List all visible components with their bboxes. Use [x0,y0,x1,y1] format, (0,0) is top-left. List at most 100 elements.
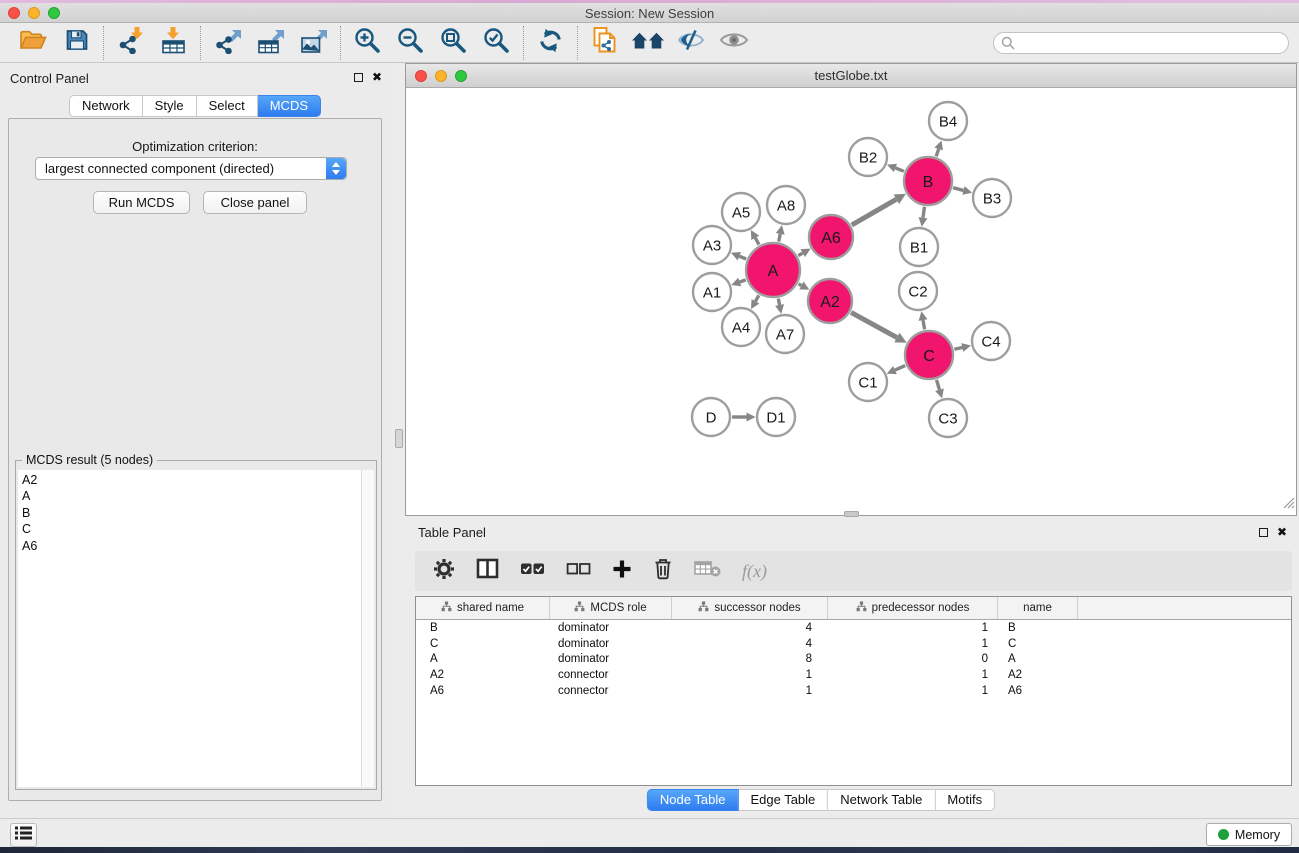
table-row[interactable]: Cdominator41C [416,636,1291,652]
edge-B-B1[interactable] [919,207,928,227]
edge-B-B2[interactable] [887,164,904,172]
node-A3[interactable]: A3 [693,226,731,264]
tab-edge-table[interactable]: Edge Table [738,789,828,811]
edge-C-C1[interactable] [887,366,905,375]
zoom-selected-button[interactable] [475,25,518,61]
table-row[interactable]: A2connector11A2 [416,667,1291,683]
edge-A-A5[interactable] [751,230,759,245]
edge-C-C3[interactable] [935,380,944,398]
mcds-result-item[interactable]: C [22,521,358,537]
node-B3[interactable]: B3 [973,179,1011,217]
table-row[interactable]: Adominator80A [416,652,1291,668]
float-panel-icon[interactable] [354,73,363,82]
node-A[interactable]: A [746,243,800,297]
delete-table-button[interactable] [694,559,721,583]
node-A8[interactable]: A8 [767,186,805,224]
node-A1[interactable]: A1 [693,273,731,311]
node-table[interactable]: shared nameMCDS rolesuccessor nodesprede… [415,596,1292,786]
add-column-button[interactable] [612,559,632,584]
node-C3[interactable]: C3 [929,399,967,437]
node-C4[interactable]: C4 [972,322,1010,360]
run-mcds-button[interactable]: Run MCDS [93,191,190,214]
show-columns-button[interactable] [476,558,499,584]
float-table-panel-icon[interactable] [1259,528,1268,537]
tab-mcds[interactable]: MCDS [258,95,321,117]
edge-A-A2[interactable] [798,282,809,290]
mcds-list-scrollbar[interactable] [361,470,374,787]
column-header-mcds-role[interactable]: MCDS role [550,597,672,619]
zoom-out-button[interactable] [389,25,432,61]
table-settings-button[interactable] [433,558,455,585]
show-eye-button[interactable] [712,25,755,61]
edge-B-B4[interactable] [934,140,943,156]
tab-motifs[interactable]: Motifs [935,789,995,811]
tab-select[interactable]: Select [197,95,258,117]
close-panel-button[interactable]: Close panel [203,191,307,214]
select-all-columns-button[interactable] [520,562,545,581]
save-session-button[interactable] [55,25,98,61]
import-network-button[interactable] [109,25,152,61]
tab-network[interactable]: Network [69,95,143,117]
copy-network-button[interactable] [583,25,626,61]
zoom-fit-button[interactable] [432,25,475,61]
node-D[interactable]: D [692,398,730,436]
node-C1[interactable]: C1 [849,363,887,401]
task-history-button[interactable] [10,823,37,847]
export-network-button[interactable] [206,25,249,61]
close-table-panel-icon[interactable]: ✖ [1277,526,1287,538]
tab-style[interactable]: Style [143,95,197,117]
delete-column-button[interactable] [653,557,673,585]
edge-B-B3[interactable] [953,186,972,195]
home-views-button[interactable] [626,25,669,61]
edge-C-C4[interactable] [954,343,971,352]
edge-A-A7[interactable] [775,299,784,314]
table-row[interactable]: Bdominator41B [416,620,1291,636]
export-table-button[interactable] [249,25,292,61]
edge-C-C2[interactable] [919,311,928,329]
column-header-name[interactable]: name [998,597,1078,619]
edge-A-A3[interactable] [731,252,746,260]
node-C2[interactable]: C2 [899,272,937,310]
close-panel-icon[interactable]: ✖ [372,71,382,83]
resize-grip-icon[interactable] [1282,496,1295,514]
memory-button[interactable]: Memory [1206,823,1292,846]
node-A2[interactable]: A2 [808,279,852,323]
column-header-predecessor-nodes[interactable]: predecessor nodes [828,597,998,619]
edge-A-A1[interactable] [731,278,745,286]
vertical-splitter-handle[interactable] [395,429,403,448]
mcds-result-item[interactable]: B [22,505,358,521]
node-C[interactable]: C [905,331,953,379]
mcds-result-item[interactable]: A6 [22,538,358,554]
node-A5[interactable]: A5 [722,193,760,231]
export-image-button[interactable] [292,25,335,61]
edge-A-A6[interactable] [798,249,810,257]
import-table-button[interactable] [152,25,195,61]
tab-network-table[interactable]: Network Table [828,789,935,811]
edge-A6-B[interactable] [852,194,906,225]
zoom-in-button[interactable] [346,25,389,61]
mcds-result-item[interactable]: A [22,488,358,504]
node-D1[interactable]: D1 [757,398,795,436]
open-session-button[interactable] [12,25,55,61]
edge-A-A8[interactable] [776,225,785,241]
node-B[interactable]: B [904,157,952,205]
edge-A-A4[interactable] [751,295,759,309]
column-header-successor-nodes[interactable]: successor nodes [672,597,828,619]
search-input[interactable] [993,32,1289,54]
node-A6[interactable]: A6 [809,215,853,259]
edge-D-D1[interactable] [732,413,756,422]
table-row[interactable]: A6connector11A6 [416,683,1291,699]
node-B1[interactable]: B1 [900,228,938,266]
network-canvas[interactable]: AA6A2BCA5A8A3A1A4A7B2B4B3B1C2C4C1C3DD1 [406,88,1296,515]
node-A4[interactable]: A4 [722,308,760,346]
refresh-view-button[interactable] [529,25,572,61]
apply-function-button[interactable]: f(x) [742,561,767,582]
column-header-shared-name[interactable]: shared name [416,597,550,619]
criterion-dropdown[interactable]: largest connected component (directed) [35,157,347,180]
edge-A2-C[interactable] [851,312,907,342]
mcds-result-item[interactable]: A2 [22,472,358,488]
tab-node-table[interactable]: Node Table [647,789,739,811]
node-B4[interactable]: B4 [929,102,967,140]
deselect-all-columns-button[interactable] [566,562,591,581]
hide-panels-button[interactable] [669,25,712,61]
